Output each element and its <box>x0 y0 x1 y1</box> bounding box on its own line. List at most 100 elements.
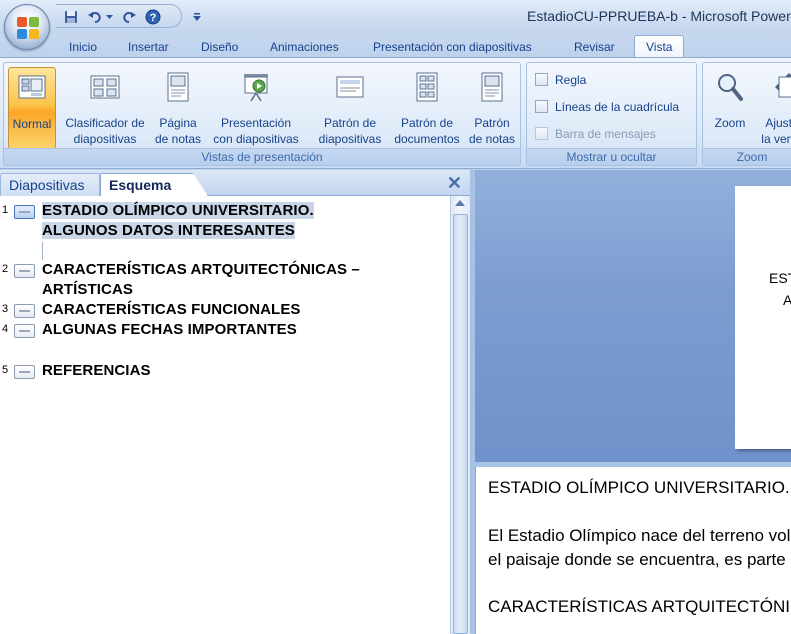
fit-window-button[interactable]: Ajustar a la ventana <box>759 67 791 149</box>
handout-master-button[interactable]: Patrón de documentos <box>390 67 464 149</box>
tab-diapositivas[interactable]: Diapositivas <box>0 173 100 196</box>
outline-slide-5[interactable]: 5 REFERENCIAS <box>0 361 450 381</box>
slide-sorter-label-2: diapositivas <box>73 132 137 146</box>
slideshow-button[interactable]: Presentación con diapositivas <box>207 67 305 149</box>
tab-animaciones[interactable]: Animaciones <box>270 38 339 58</box>
tab-presentacion[interactable]: Presentación con diapositivas <box>373 38 532 58</box>
office-logo-icon <box>17 17 39 39</box>
slide-number: 1 <box>2 204 9 216</box>
notes-line-3: el paisaje donde se encuentra, es parte … <box>488 550 791 569</box>
gridlines-label: Líneas de la cuadrícula <box>555 100 680 114</box>
zoom-label: Zoom <box>714 116 746 130</box>
gridlines-checkbox[interactable]: Líneas de la cuadrícula <box>535 97 695 117</box>
normal-view-button[interactable]: Normal <box>8 67 56 149</box>
handout-master-icon <box>416 72 438 102</box>
chevron-down-icon <box>105 14 113 19</box>
slide-number: 5 <box>2 364 9 376</box>
office-button[interactable] <box>4 4 50 50</box>
slide-5-line-1: REFERENCIAS <box>42 362 151 379</box>
slide-editing-area: ESTADIO OLÍMPICO UNIVERSITARIO. ALGUNOS … <box>475 170 791 462</box>
outline-slide-1[interactable]: 1 ESTADIO OLÍMPICO UNIVERSITARIO. ALGUNO… <box>0 201 450 241</box>
notes-master-label-1: Patrón <box>474 116 510 130</box>
notes-page-icon <box>167 72 189 102</box>
handout-master-label-2: documentos <box>394 132 460 146</box>
message-bar-checkbox: Barra de mensajes <box>535 124 695 144</box>
slideshow-label-2: con diapositivas <box>213 132 299 146</box>
gridlines-checkbox-box[interactable] <box>535 100 548 113</box>
slide-icon[interactable] <box>14 365 35 379</box>
slide-icon[interactable] <box>14 205 35 219</box>
tab-insertar[interactable]: Insertar <box>128 38 169 58</box>
ruler-checkbox-box[interactable] <box>535 73 548 86</box>
slide-master-label-2: diapositivas <box>318 132 382 146</box>
handout-master-label-1: Patrón de <box>400 116 454 130</box>
group-show-hide-label: Mostrar u ocultar <box>527 148 696 165</box>
notes-line-4: CARACTERÍSTICAS ARTQUITECTÓNICAS <box>488 597 791 616</box>
redo-button[interactable] <box>120 8 138 26</box>
fit-window-icon <box>775 73 791 98</box>
notes-pane[interactable]: ESTADIO OLÍMPICO UNIVERSITARIO. El Estad… <box>475 467 791 634</box>
tab-esquema[interactable]: Esquema <box>100 173 208 196</box>
undo-dropdown[interactable] <box>104 8 114 26</box>
slide-number: 2 <box>2 263 9 275</box>
message-bar-checkbox-box <box>535 127 548 140</box>
slides-outline-pane: Diapositivas Esquema ✕ 1 ESTADIO OLÍMPIC… <box>0 170 470 634</box>
outline-slide-3[interactable]: 3 CARACTERÍSTICAS FUNCIONALES <box>0 300 450 320</box>
group-views-label: Vistas de presentación <box>4 148 520 165</box>
ribbon: Normal Clasificador de diapositivas Pági… <box>0 57 791 169</box>
slide-2-line-1: CARACTERÍSTICAS ARTQUITECTÓNICAS – <box>42 261 360 278</box>
slide-icon[interactable] <box>14 264 35 278</box>
slide-title-line: ESTADIO OLÍMPICO UNIVERSITARIO. <box>42 201 314 221</box>
help-button[interactable]: ? <box>144 8 162 26</box>
slide-title-text[interactable]: ESTADIO OLÍMPICO UNIVERSITARIO. <box>769 270 791 286</box>
normal-view-icon <box>18 75 46 99</box>
slide-sorter-icon <box>90 75 120 99</box>
close-icon[interactable]: ✕ <box>447 173 462 193</box>
normal-view-label: Normal <box>12 117 52 131</box>
slide-subtitle-text[interactable]: ALGUNOS DATOS INTERESANTES <box>783 292 791 308</box>
zoom-button[interactable]: Zoom <box>705 67 755 149</box>
notes-master-button[interactable]: Patrón de notas <box>466 67 518 149</box>
tab-diseno[interactable]: Diseño <box>201 38 238 58</box>
outline-slide-4[interactable]: 4 ALGUNAS FECHAS IMPORTANTES <box>0 320 450 340</box>
tab-vista[interactable]: Vista <box>634 35 685 59</box>
notes-master-icon <box>481 72 503 102</box>
slide-canvas[interactable]: ESTADIO OLÍMPICO UNIVERSITARIO. ALGUNOS … <box>735 186 791 449</box>
notes-master-label-2: de notas <box>468 132 516 146</box>
outline-slide-2[interactable]: 2 CARACTERÍSTICAS ARTQUITECTÓNICAS – ART… <box>0 260 450 300</box>
tab-inicio[interactable]: Inicio <box>69 38 97 58</box>
ruler-checkbox[interactable]: Regla <box>535 70 695 90</box>
notes-page-label-2: de notas <box>154 132 202 146</box>
help-icon: ? <box>145 9 161 25</box>
outline-scrollbar[interactable] <box>450 196 470 634</box>
title-bar: ? EstadioCU-PPRUEBA-b - Microsoft PowerP… <box>0 0 791 34</box>
svg-text:?: ? <box>150 12 157 24</box>
slide-icon[interactable] <box>14 324 35 338</box>
scroll-up-icon[interactable] <box>455 200 465 206</box>
group-show-hide: Regla Líneas de la cuadrícula Barra de m… <box>526 62 697 166</box>
slide-icon[interactable] <box>14 304 35 318</box>
slide-sorter-label-1: Clasificador de <box>65 116 145 130</box>
tab-revisar[interactable]: Revisar <box>574 38 615 58</box>
slide-master-button[interactable]: Patrón de diapositivas <box>310 67 390 149</box>
slide-master-icon <box>336 76 364 98</box>
slide-4-line-1: ALGUNAS FECHAS IMPORTANTES <box>42 321 297 338</box>
text-cursor <box>42 242 43 260</box>
notes-line-2: El Estadio Olímpico nace del terreno vol… <box>488 526 791 545</box>
quick-access-toolbar: ? <box>56 4 182 28</box>
undo-button[interactable] <box>86 8 104 26</box>
redo-icon <box>123 12 136 23</box>
save-icon <box>65 11 77 23</box>
pane-tabs: Diapositivas Esquema ✕ <box>0 170 470 196</box>
slide-sorter-button[interactable]: Clasificador de diapositivas <box>59 67 151 149</box>
notes-page-button[interactable]: Página de notas <box>151 67 205 149</box>
slide-2-line-2: ARTÍSTICAS <box>42 281 133 298</box>
slide-1-line-1: ESTADIO OLÍMPICO UNIVERSITARIO. <box>42 202 314 219</box>
notes-line-1: ESTADIO OLÍMPICO UNIVERSITARIO. <box>488 478 790 497</box>
scrollbar-thumb[interactable] <box>453 214 468 634</box>
slide-1-line-2: ALGUNOS DATOS INTERESANTES <box>42 222 295 239</box>
outline-list[interactable]: 1 ESTADIO OLÍMPICO UNIVERSITARIO. ALGUNO… <box>0 196 450 634</box>
group-zoom-label: Zoom <box>703 148 791 165</box>
customize-qat-button[interactable] <box>188 8 206 26</box>
save-button[interactable] <box>62 8 80 26</box>
